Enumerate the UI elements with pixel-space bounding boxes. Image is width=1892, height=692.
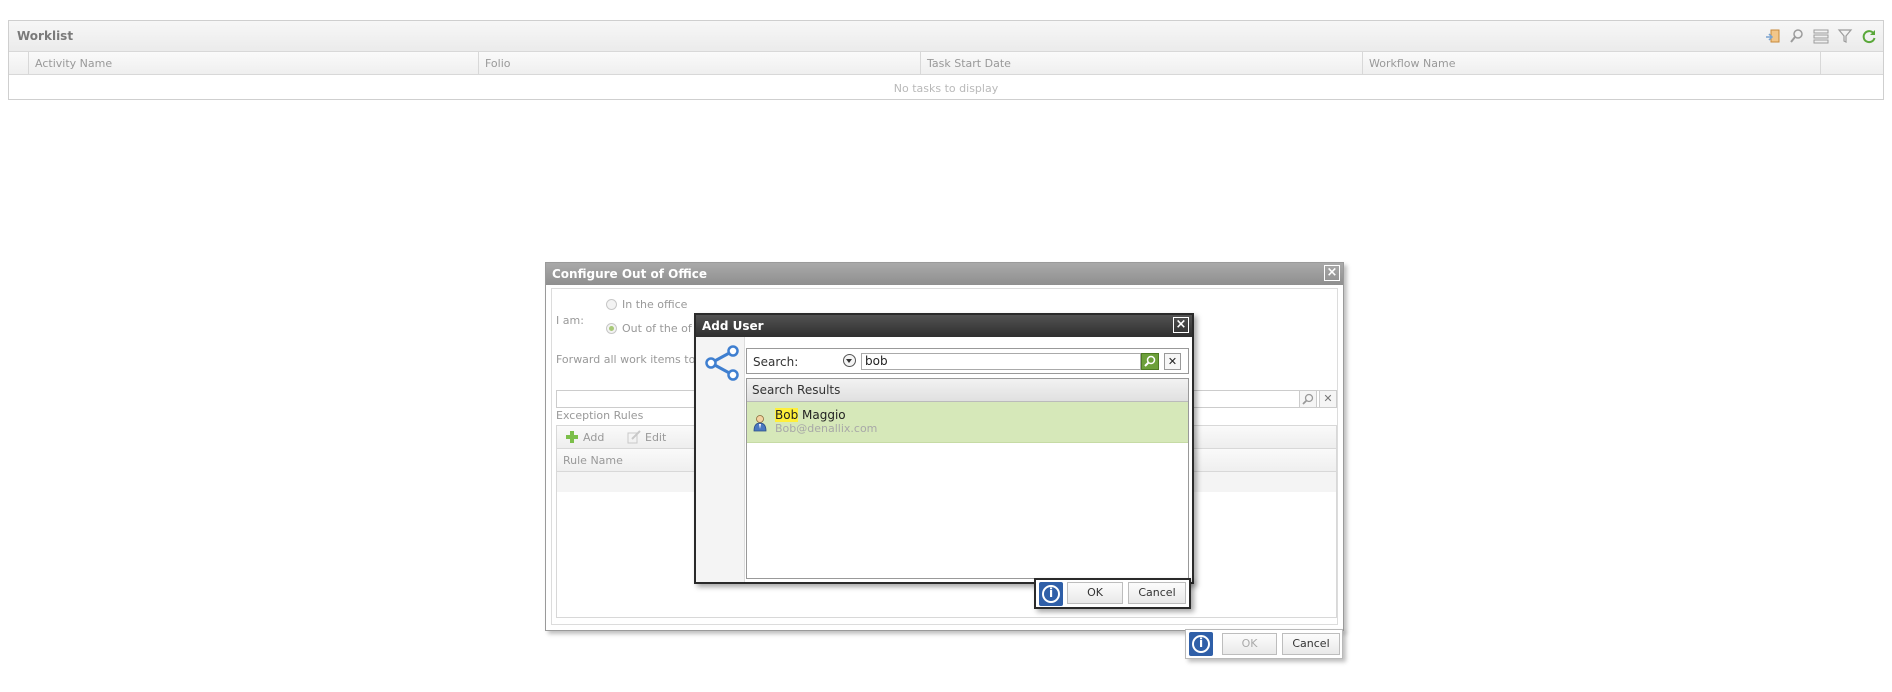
search-options-chevron-icon[interactable] <box>843 354 856 367</box>
search-input[interactable]: bob <box>861 353 1141 370</box>
add-user-dialog: Add User × Search: bob ✕ Search Results … <box>694 313 1194 584</box>
add-user-close-icon[interactable]: × <box>1173 317 1189 333</box>
search-results-header: Search Results <box>747 379 1188 402</box>
radio-out-of-office[interactable] <box>606 323 617 334</box>
ooo-cancel-button[interactable]: Cancel <box>1282 633 1340 655</box>
view-options-icon[interactable] <box>1813 28 1829 44</box>
share-icon <box>705 345 739 381</box>
ooo-ok-button[interactable]: OK <box>1222 633 1277 655</box>
forward-label: Forward all work items to <box>556 353 696 366</box>
edit-rule-button[interactable]: Edit <box>627 430 666 444</box>
search-icon[interactable] <box>1789 28 1805 44</box>
column-actions <box>1821 52 1873 74</box>
add-rule-button[interactable]: Add <box>565 430 604 444</box>
add-user-info-icon[interactable]: i <box>1039 582 1063 606</box>
edit-icon <box>627 430 641 444</box>
ooo-title: Configure Out of Office <box>552 267 707 281</box>
add-user-sidebar <box>696 337 745 582</box>
add-icon <box>566 431 578 443</box>
radio-in-office[interactable] <box>606 299 617 310</box>
search-bar: Search: bob ✕ <box>746 348 1189 374</box>
search-clear-icon[interactable]: ✕ <box>1164 353 1181 370</box>
ooo-title-bar: Configure Out of Office × <box>546 263 1343 285</box>
refresh-icon[interactable] <box>1861 28 1877 44</box>
search-results-panel: Search Results Bob Maggio Bob@denallix.c… <box>746 378 1189 579</box>
ooo-close-icon[interactable]: × <box>1324 265 1340 281</box>
column-activity-name[interactable]: Activity Name <box>29 52 479 74</box>
option-out-of-office-label[interactable]: Out of the of <box>622 322 692 335</box>
list-item[interactable]: Bob Maggio Bob@denallix.com <box>747 402 1188 443</box>
i-am-label: I am: <box>556 314 584 327</box>
add-user-title: Add User <box>702 319 764 333</box>
user-first-name-match: Bob <box>775 408 799 422</box>
user-email: Bob@denallix.com <box>775 422 878 435</box>
worklist-columns: Activity Name Folio Task Start Date Work… <box>9 52 1883 75</box>
add-user-cancel-button[interactable]: Cancel <box>1128 582 1186 604</box>
column-workflow-name[interactable]: Workflow Name <box>1363 52 1821 74</box>
option-in-office-label[interactable]: In the office <box>622 298 687 311</box>
add-rule-label: Add <box>583 431 605 444</box>
add-user-ok-button[interactable]: OK <box>1067 582 1123 604</box>
column-folio[interactable]: Folio <box>479 52 921 74</box>
worklist-header: Worklist <box>9 21 1883 52</box>
export-icon[interactable] <box>1765 28 1781 44</box>
user-icon <box>753 415 767 432</box>
forward-clear-icon[interactable]: ✕ <box>1319 390 1337 408</box>
user-name: Bob Maggio <box>775 408 846 422</box>
forward-search-icon[interactable] <box>1299 390 1317 408</box>
add-user-footer: i OK Cancel <box>1034 578 1191 609</box>
search-icon <box>1144 355 1156 367</box>
worklist-panel: Worklist Activity Name Folio Task Start … <box>8 20 1884 100</box>
empty-message: No tasks to display <box>893 82 999 95</box>
exception-rules-label: Exception Rules <box>556 409 644 422</box>
filter-icon[interactable] <box>1837 28 1853 44</box>
worklist-title: Worklist <box>17 29 74 43</box>
ooo-info-icon[interactable]: i <box>1189 632 1213 656</box>
worklist-toolbar <box>1765 28 1877 44</box>
column-task-start-date[interactable]: Task Start Date <box>921 52 1363 74</box>
search-label: Search: <box>753 355 799 369</box>
select-column <box>9 52 29 74</box>
ooo-footer: i OK Cancel <box>1185 629 1343 659</box>
edit-rule-label: Edit <box>645 431 667 444</box>
search-go-button[interactable] <box>1141 353 1159 370</box>
user-last-name: Maggio <box>798 408 846 422</box>
add-user-title-bar: Add User × <box>696 315 1192 337</box>
